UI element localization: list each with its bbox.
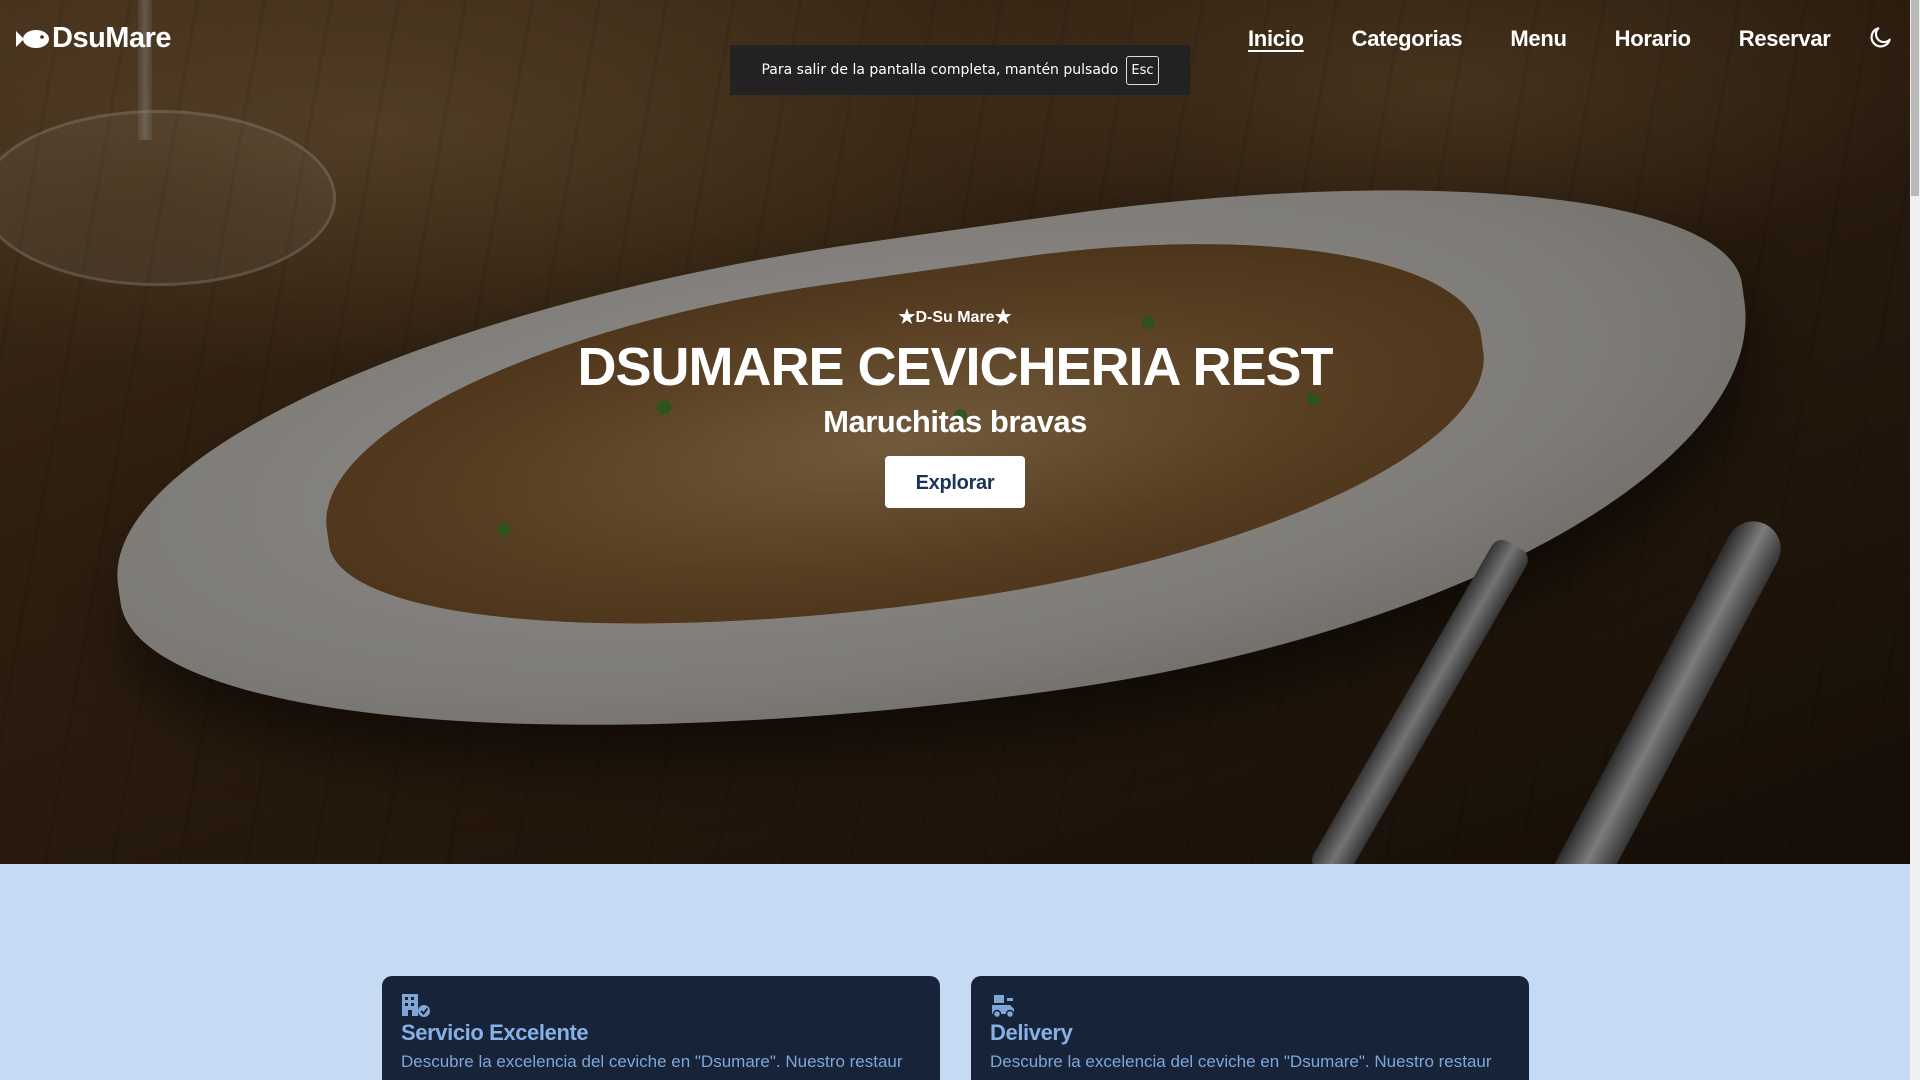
scrollbar-thumb[interactable]	[1911, 0, 1919, 196]
logo[interactable]: DsuMare	[14, 22, 172, 55]
card-text: Descubre la excelencia del ceviche en "D…	[401, 1052, 903, 1071]
explore-button[interactable]: Explorar	[885, 456, 1025, 508]
nav-links: Inicio Categorias Menu Horario Reservar	[1248, 26, 1879, 52]
nav-link-reservar[interactable]: Reservar	[1739, 26, 1831, 52]
fish-icon	[16, 29, 49, 48]
hero-content: ★ D-Su Mare ★ DSUMARE CEVICHERIA REST Ma…	[0, 308, 1910, 508]
star-icon: ★	[994, 307, 1012, 328]
logo-text: DsuMare	[52, 22, 172, 54]
card-title: Servicio Excelente	[401, 1020, 589, 1045]
hero-tagline: ★ D-Su Mare ★	[898, 308, 1011, 327]
card-title: Delivery	[990, 1020, 1073, 1045]
building-check-icon	[402, 994, 430, 1017]
feature-card: Servicio Excelente Descubre la excelenci…	[382, 976, 940, 1080]
feature-card: Delivery Descubre la excelencia del cevi…	[971, 976, 1529, 1080]
card-text: Descubre la excelencia del ceviche en "D…	[990, 1052, 1492, 1071]
fullscreen-notice: Para salir de la pantalla completa, mant…	[730, 45, 1190, 95]
nav-link-menu[interactable]: Menu	[1510, 26, 1567, 52]
hero-subtitle: Maruchitas bravas	[823, 404, 1087, 439]
hero-tagline-text: D-Su Mare	[915, 308, 995, 326]
nav-link-horario[interactable]: Horario	[1615, 26, 1691, 52]
esc-key: Esc	[1126, 55, 1159, 85]
delivery-icon	[992, 995, 1015, 1019]
moon-icon[interactable]	[1868, 24, 1894, 50]
hero-title: DSUMARE CEVICHERIA REST	[577, 337, 1333, 397]
nav-link-inicio[interactable]: Inicio	[1248, 26, 1304, 52]
star-icon: ★	[898, 307, 916, 328]
nav-link-categorias[interactable]: Categorias	[1352, 26, 1463, 52]
fullscreen-notice-text: Para salir de la pantalla completa, mant…	[761, 62, 1119, 78]
